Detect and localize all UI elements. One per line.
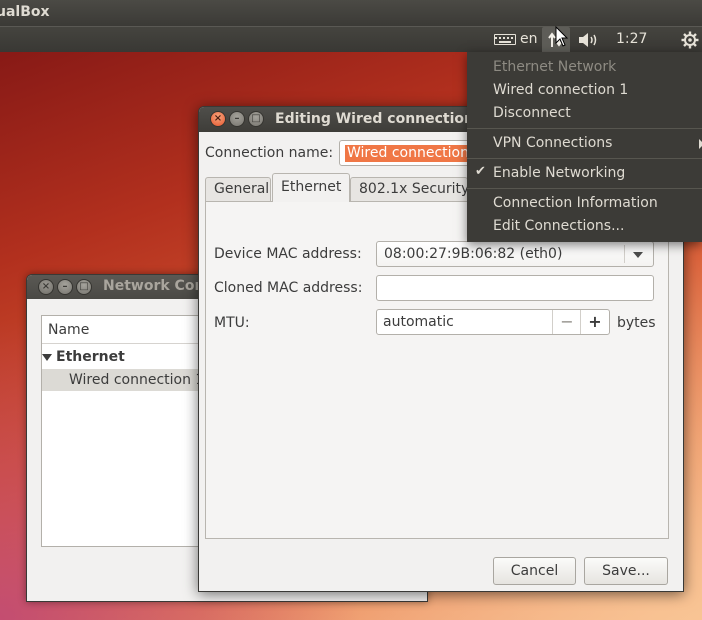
window-title: Editing Wired connection 1 <box>275 111 489 127</box>
mtu-increment-button[interactable]: + <box>581 310 609 334</box>
tab-general[interactable]: General <box>205 177 271 201</box>
menu-separator <box>467 158 702 159</box>
keyboard-layout-label: en <box>520 31 538 47</box>
menu-separator <box>467 128 702 129</box>
menu-item-vpn-connections[interactable]: VPN Connections <box>493 132 612 154</box>
keyboard-icon <box>494 34 516 45</box>
menu-item-connection-information[interactable]: Connection Information <box>493 192 658 214</box>
mtu-spinbox[interactable]: automatic − + <box>376 309 610 335</box>
menu-separator <box>467 188 702 189</box>
close-button[interactable]: × <box>210 111 226 127</box>
combo-separator <box>624 245 625 263</box>
sound-indicator[interactable] <box>578 27 602 52</box>
menu-item-edit-connections[interactable]: Edit Connections... <box>493 215 624 237</box>
maximize-button[interactable]: □ <box>248 111 264 127</box>
gear-icon <box>681 31 699 49</box>
tab-802-1x-security[interactable]: 802.1x Security <box>350 177 469 201</box>
connection-name-input[interactable]: Wired connection <box>339 140 479 166</box>
clock[interactable]: 1:27 PM <box>616 27 672 72</box>
close-button[interactable]: × <box>38 279 54 295</box>
minimize-button[interactable]: – <box>229 111 245 127</box>
window-title: Network Con <box>103 278 205 294</box>
network-menu: Ethernet Network Wired connection 1 Disc… <box>467 52 702 242</box>
mouse-pointer-icon <box>555 26 569 47</box>
connection-name-label: Connection name: <box>205 145 334 161</box>
menu-header-ethernet-network: Ethernet Network <box>493 59 617 75</box>
cloned-mac-label: Cloned MAC address: <box>214 280 363 296</box>
keyboard-indicator[interactable]: en <box>494 27 544 52</box>
expander-icon[interactable] <box>42 354 52 361</box>
mtu-unit-label: bytes <box>617 315 656 331</box>
menu-item-disconnect[interactable]: Disconnect <box>493 102 571 124</box>
device-mac-label: Device MAC address: <box>214 246 362 262</box>
virtualbox-title-bar: ualBox <box>0 0 702 26</box>
menu-item-wired-connection[interactable]: Wired connection 1 <box>493 79 628 101</box>
tab-ethernet[interactable]: Ethernet <box>272 173 350 202</box>
device-mac-combobox[interactable]: 08:00:27:9B:06:82 (eth0) <box>376 241 654 267</box>
speaker-icon <box>579 33 597 47</box>
session-indicator[interactable] <box>680 27 700 52</box>
connection-name-value: Wired connection <box>345 145 471 162</box>
group-label: Ethernet <box>56 349 125 365</box>
maximize-button[interactable]: □ <box>76 279 92 295</box>
mtu-decrement-button[interactable]: − <box>553 310 581 334</box>
minimize-button[interactable]: – <box>57 279 73 295</box>
virtualbox-title: ualBox <box>0 4 50 20</box>
mtu-value: automatic <box>383 314 454 330</box>
mtu-label: MTU: <box>214 315 250 331</box>
device-mac-value: 08:00:27:9B:06:82 (eth0) <box>384 246 563 262</box>
checkmark-icon: ✔ <box>475 164 486 179</box>
cancel-button[interactable]: Cancel <box>493 557 576 585</box>
cloned-mac-input[interactable] <box>376 275 654 301</box>
top-panel: en 1:27 PM <box>0 26 702 72</box>
menu-item-enable-networking[interactable]: Enable Networking <box>493 162 625 184</box>
chevron-down-icon[interactable] <box>633 252 643 258</box>
save-button[interactable]: Save... <box>584 557 668 585</box>
